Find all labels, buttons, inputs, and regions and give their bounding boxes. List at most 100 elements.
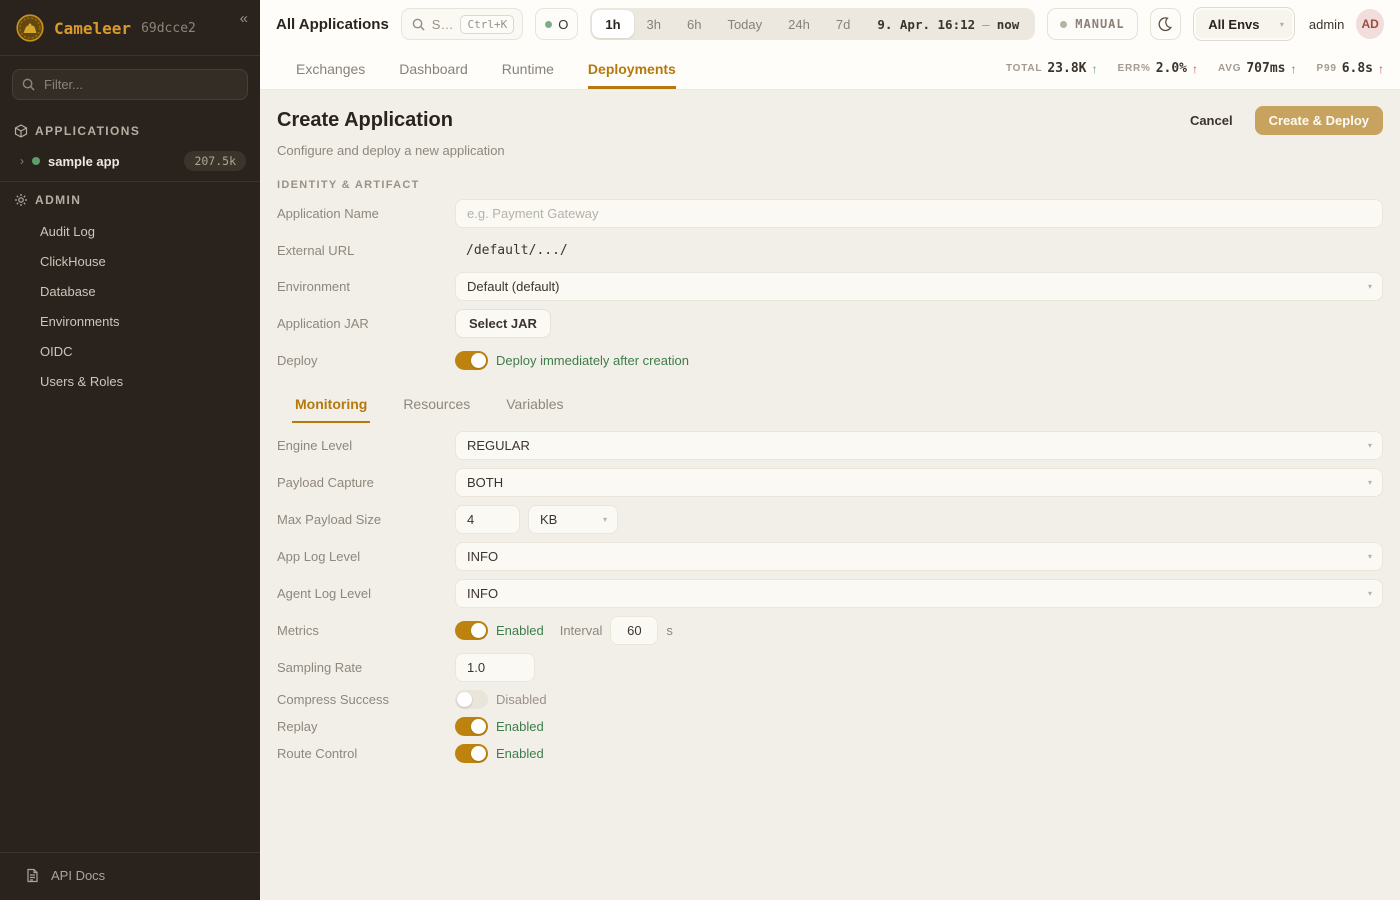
app-log-level-row: App Log Level INFO ▾ — [277, 542, 1383, 571]
sidebar-item-sample-app[interactable]: › sample app 207.5k — [0, 145, 260, 181]
compress-success-label: Compress Success — [277, 692, 455, 707]
stat-total: TOTAL 23.8K ↑ — [1006, 61, 1098, 76]
application-name-input[interactable] — [455, 199, 1383, 228]
sidebar-filter — [12, 69, 248, 100]
create-deploy-button[interactable]: Create & Deploy — [1255, 106, 1383, 135]
filter-input[interactable] — [12, 69, 248, 100]
interval-unit-label: s — [666, 623, 673, 638]
environment-filter-select[interactable]: All Envs ▾ — [1193, 7, 1295, 41]
date-range-display[interactable]: 9. Apr. 16:12 – now — [863, 17, 1033, 32]
trend-up-icon: ↑ — [1091, 62, 1097, 76]
online-status-pill[interactable]: O — [535, 8, 578, 40]
online-status-dot — [545, 21, 552, 28]
cameleer-logo-icon — [16, 14, 44, 42]
dark-mode-toggle[interactable] — [1150, 8, 1182, 40]
app-name-label: sample app — [48, 154, 120, 169]
environment-label: Environment — [277, 279, 455, 294]
deploy-toggle[interactable] — [455, 351, 488, 370]
replay-toggle[interactable] — [455, 717, 488, 736]
compress-success-state-text: Disabled — [496, 692, 547, 707]
manual-refresh-button[interactable]: MANUAL — [1047, 8, 1137, 40]
route-control-toggle[interactable] — [455, 744, 488, 763]
sidebar-item-audit-log[interactable]: Audit Log — [40, 216, 260, 246]
sidebar-item-environments[interactable]: Environments — [40, 306, 260, 336]
stat-err: ERR% 2.0% ↑ — [1117, 61, 1198, 76]
cancel-button[interactable]: Cancel — [1182, 107, 1241, 134]
page-actions: Cancel Create & Deploy — [1182, 106, 1383, 135]
chevron-down-icon: ▾ — [603, 515, 607, 524]
tabbar: Exchanges Dashboard Runtime Deployments … — [260, 48, 1400, 90]
search-icon — [22, 78, 35, 91]
application-name-label: Application Name — [277, 206, 455, 221]
chevron-down-icon: ▾ — [1368, 552, 1372, 561]
sidebar-collapse-icon[interactable]: « — [240, 10, 248, 27]
payload-capture-row: Payload Capture BOTH ▾ — [277, 468, 1383, 497]
payload-size-unit-select[interactable]: KB ▾ — [528, 505, 618, 534]
chevron-right-icon[interactable]: › — [20, 154, 24, 168]
search-shortcut-badge: Ctrl+K — [460, 15, 514, 34]
payload-capture-select[interactable]: BOTH ▾ — [455, 468, 1383, 497]
subtab-resources[interactable]: Resources — [400, 396, 473, 423]
application-jar-row: Application JAR Select JAR — [277, 309, 1383, 338]
engine-level-select[interactable]: REGULAR ▾ — [455, 431, 1383, 460]
app-root: Cameleer 69dcce2 « APPLICATIONS › sample… — [0, 0, 1400, 900]
metrics-label: Metrics — [277, 623, 455, 638]
tab-dashboard[interactable]: Dashboard — [399, 48, 468, 89]
env-selected-label: All Envs — [1208, 17, 1259, 32]
global-search[interactable]: S… Ctrl+K — [401, 8, 523, 40]
settings-subtabs: Monitoring Resources Variables — [277, 396, 1383, 423]
time-range-6h[interactable]: 6h — [674, 10, 714, 38]
app-log-level-select[interactable]: INFO ▾ — [455, 542, 1383, 571]
time-range-today[interactable]: Today — [714, 10, 775, 38]
time-range-3h[interactable]: 3h — [634, 10, 674, 38]
applications-section-header: APPLICATIONS — [0, 113, 260, 145]
deploy-row: Deploy Deploy immediately after creation — [277, 346, 1383, 374]
topbar: All Applications S… Ctrl+K O 1h 3h 6h To… — [260, 0, 1400, 48]
payload-capture-label: Payload Capture — [277, 475, 455, 490]
avatar[interactable]: AD — [1356, 9, 1384, 39]
app-log-level-label: App Log Level — [277, 549, 455, 564]
sidebar-item-oidc[interactable]: OIDC — [40, 336, 260, 366]
sidebar-header: Cameleer 69dcce2 « — [0, 0, 260, 55]
sidebar-item-clickhouse[interactable]: ClickHouse — [40, 246, 260, 276]
subtab-variables[interactable]: Variables — [503, 396, 566, 423]
replay-state-text: Enabled — [496, 719, 544, 734]
max-payload-size-input[interactable] — [455, 505, 520, 534]
api-docs-link[interactable]: API Docs — [51, 868, 105, 883]
tab-deployments[interactable]: Deployments — [588, 48, 676, 89]
search-placeholder-text: S… — [432, 17, 454, 32]
admin-section-header: ADMIN — [0, 182, 260, 214]
page-title: Create Application — [277, 109, 453, 132]
agent-log-level-select[interactable]: INFO ▾ — [455, 579, 1383, 608]
trend-up-icon: ↑ — [1192, 62, 1198, 76]
engine-level-label: Engine Level — [277, 438, 455, 453]
time-range-24h[interactable]: 24h — [775, 10, 823, 38]
time-range-7d[interactable]: 7d — [823, 10, 863, 38]
replay-row: Replay Enabled — [277, 716, 1383, 736]
sampling-rate-label: Sampling Rate — [277, 660, 455, 675]
select-jar-button[interactable]: Select JAR — [455, 309, 551, 338]
metrics-interval-input[interactable] — [610, 616, 658, 645]
agent-log-level-row: Agent Log Level INFO ▾ — [277, 579, 1383, 608]
sidebar: Cameleer 69dcce2 « APPLICATIONS › sample… — [0, 0, 260, 900]
route-control-state-text: Enabled — [496, 746, 544, 761]
sidebar-item-database[interactable]: Database — [40, 276, 260, 306]
admin-nav-list: Audit Log ClickHouse Database Environmen… — [0, 214, 260, 404]
manual-status-dot — [1060, 21, 1067, 28]
tab-exchanges[interactable]: Exchanges — [296, 48, 365, 89]
chevron-down-icon: ▾ — [1368, 282, 1372, 291]
main-tabs: Exchanges Dashboard Runtime Deployments — [296, 48, 676, 89]
time-range-1h[interactable]: 1h — [592, 10, 633, 38]
sidebar-item-users-roles[interactable]: Users & Roles — [40, 366, 260, 396]
sampling-rate-input[interactable] — [455, 653, 535, 682]
metrics-toggle[interactable] — [455, 621, 488, 640]
stat-p99: P99 6.8s ↑ — [1316, 61, 1384, 76]
route-control-row: Route Control Enabled — [277, 743, 1383, 763]
date-from: 9. Apr. 16:12 — [877, 17, 975, 32]
metrics-state-text: Enabled — [496, 623, 544, 638]
metrics-row: Metrics Enabled Interval s — [277, 616, 1383, 645]
environment-select[interactable]: Default (default) ▾ — [455, 272, 1383, 301]
subtab-monitoring[interactable]: Monitoring — [292, 396, 370, 423]
tab-runtime[interactable]: Runtime — [502, 48, 554, 89]
compress-success-toggle[interactable] — [455, 690, 488, 709]
